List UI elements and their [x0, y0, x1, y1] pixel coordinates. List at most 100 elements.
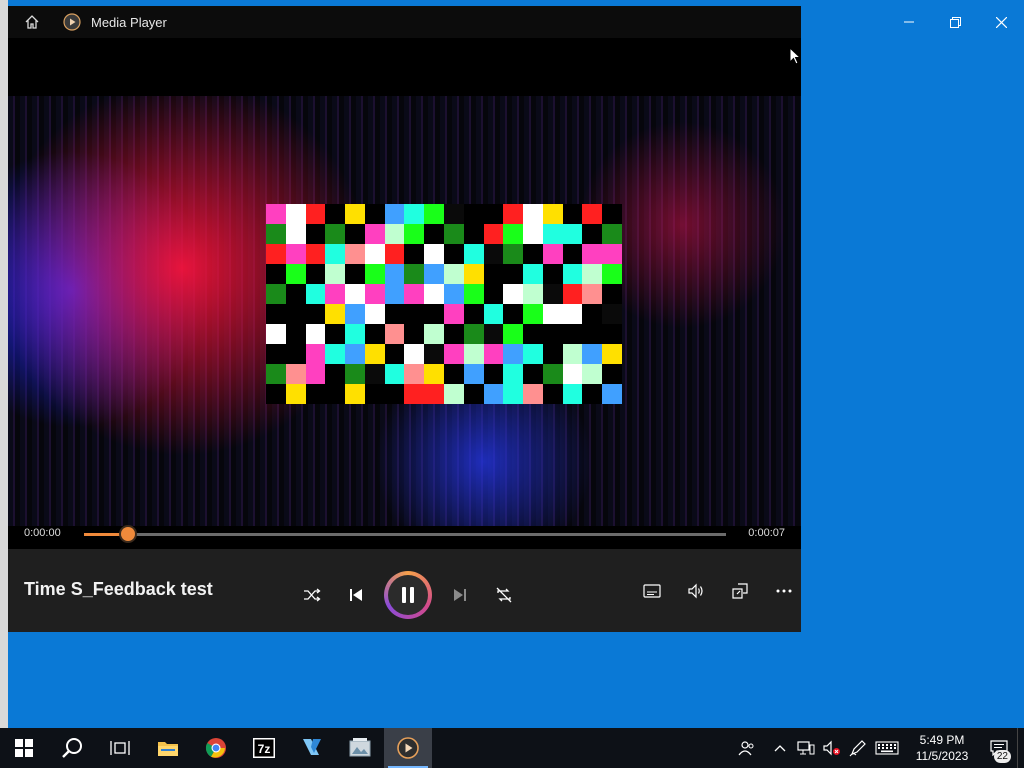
- video-pixel: [582, 304, 603, 324]
- video-pixel: [523, 264, 544, 284]
- video-pixel: [503, 344, 524, 364]
- play-pause-button[interactable]: [384, 571, 432, 619]
- video-pixel: [483, 224, 504, 244]
- close-icon: [995, 16, 1007, 28]
- shuffle-button[interactable]: [294, 575, 330, 615]
- taskbar: 7z 5:49 PM 11/5/2023 22: [0, 728, 1024, 768]
- video-pixel: [463, 364, 484, 384]
- video-pixel: [463, 204, 484, 224]
- video-pixel: [305, 304, 326, 324]
- minimize-button[interactable]: [886, 0, 932, 44]
- visual-studio-button[interactable]: [288, 728, 336, 768]
- controls-bar: Time S_Feedback test: [8, 549, 801, 632]
- video-pixel: [602, 284, 623, 304]
- restore-button[interactable]: [932, 0, 978, 44]
- video-pixel: [562, 204, 583, 224]
- video-pixel: [364, 344, 385, 364]
- video-pixel: [345, 384, 366, 404]
- volume-tray-button[interactable]: [820, 728, 844, 768]
- video-pixel: [266, 344, 286, 364]
- video-pixel: [463, 344, 484, 364]
- video-pixel: [364, 324, 385, 344]
- video-pixel: [404, 264, 425, 284]
- video-pixel: [325, 244, 346, 264]
- search-button[interactable]: [48, 728, 96, 768]
- video-pixel: [444, 344, 464, 364]
- video-pixel: [463, 284, 484, 304]
- clock[interactable]: 5:49 PM 11/5/2023: [907, 732, 977, 764]
- video-pixel: [602, 244, 623, 264]
- video-pixel: [503, 284, 524, 304]
- video-frame[interactable]: [8, 96, 801, 526]
- image-viewer-button[interactable]: [336, 728, 384, 768]
- close-button[interactable]: [978, 0, 1024, 44]
- touch-keyboard-button[interactable]: [872, 728, 902, 768]
- video-pixel: [364, 384, 385, 404]
- video-pixel: [463, 244, 484, 264]
- video-pixel: [582, 364, 603, 384]
- show-desktop-button[interactable]: [1017, 728, 1024, 768]
- mouse-cursor-icon: [789, 47, 801, 65]
- video-pixel: [285, 324, 306, 344]
- more-icon: [776, 589, 792, 593]
- repeat-button[interactable]: [486, 575, 522, 615]
- video-pixel: [503, 324, 524, 344]
- chrome-button[interactable]: [192, 728, 240, 768]
- action-center-button[interactable]: 22: [981, 728, 1017, 768]
- search-icon: [62, 738, 82, 758]
- 7zip-button[interactable]: 7z: [240, 728, 288, 768]
- home-button[interactable]: [20, 10, 44, 34]
- video-pixel: [384, 224, 405, 244]
- more-options-button[interactable]: [766, 571, 802, 611]
- network-button[interactable]: [794, 728, 818, 768]
- video-pixel: [582, 204, 603, 224]
- video-pixel: [285, 244, 306, 264]
- video-pixel: [285, 344, 306, 364]
- video-pixel: [523, 364, 544, 384]
- video-pixel: [582, 384, 603, 404]
- video-pixel: [305, 204, 326, 224]
- video-pixel: [503, 224, 524, 244]
- video-pixel: [503, 304, 524, 324]
- video-pixel: [305, 344, 326, 364]
- video-pixel: [483, 384, 504, 404]
- start-button[interactable]: [0, 728, 48, 768]
- miniplayer-button[interactable]: [722, 571, 758, 611]
- task-view-button[interactable]: [96, 728, 144, 768]
- next-button[interactable]: [442, 575, 478, 615]
- video-pixel: [305, 264, 326, 284]
- volume-button[interactable]: [678, 571, 714, 611]
- video-pixel: [305, 324, 326, 344]
- video-pixel: [305, 364, 326, 384]
- video-pixel: [503, 264, 524, 284]
- video-checker-pattern: [266, 204, 623, 404]
- video-pixel: [404, 284, 425, 304]
- seek-track[interactable]: [84, 527, 726, 541]
- video-pixel: [285, 304, 306, 324]
- volume-icon: [688, 583, 703, 599]
- media-player-taskbar-button[interactable]: [384, 728, 432, 768]
- file-explorer-button[interactable]: [144, 728, 192, 768]
- video-pixel: [444, 204, 464, 224]
- people-button[interactable]: [735, 728, 759, 768]
- seek-thumb[interactable]: [120, 527, 135, 541]
- video-pixel: [582, 284, 603, 304]
- pen-workspace-button[interactable]: [846, 728, 870, 768]
- video-pixel: [582, 224, 603, 244]
- previous-button[interactable]: [338, 575, 374, 615]
- video-pixel: [444, 224, 464, 244]
- file-explorer-icon: [158, 742, 178, 756]
- video-pixel: [404, 244, 425, 264]
- video-pixel: [325, 304, 346, 324]
- video-pixel: [463, 264, 484, 284]
- show-hidden-icons-button[interactable]: [768, 728, 792, 768]
- video-pixel: [325, 224, 346, 244]
- minimize-icon: [904, 21, 914, 23]
- video-pixel: [384, 244, 405, 264]
- video-pixel: [325, 384, 346, 404]
- secondary-controls: [630, 571, 806, 611]
- playback-controls: [290, 571, 526, 619]
- captions-button[interactable]: [634, 571, 670, 611]
- video-pixel: [602, 384, 623, 404]
- windows-logo-icon: [15, 739, 33, 757]
